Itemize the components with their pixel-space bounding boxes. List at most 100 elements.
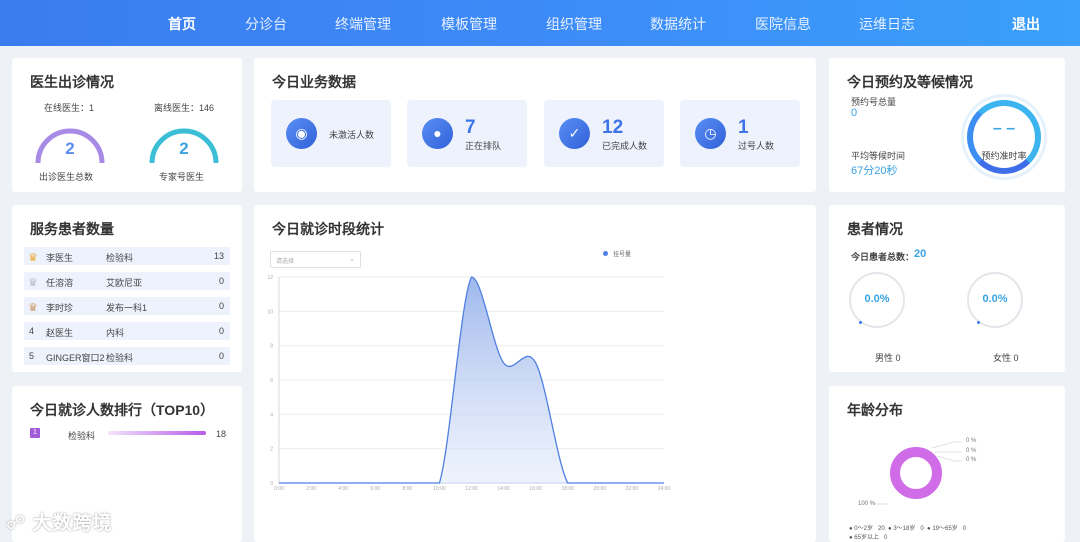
ranking-title: 今日就诊人数排行（TOP10）: [30, 402, 215, 418]
inactive-label: 未激活人数: [329, 130, 375, 140]
visit-time-chart: 0 2 4 6 8 10 12 0:00 2:00 4:00 6:00 8:00 10:00 12:00 1…: [267, 275, 671, 492]
male-pct: 0.0%: [864, 293, 890, 305]
ontime-value: – –: [992, 120, 1016, 137]
rank-count: 18: [216, 429, 227, 439]
x-tick-label: 2:00: [306, 486, 316, 492]
alarm-clock-icon: ◷: [695, 118, 726, 149]
today-business-title: 今日业务数据: [272, 74, 356, 90]
lock-icon: ◉: [286, 118, 317, 149]
table-row[interactable]: ♛ 任溶溶 艾欧尼亚 0: [24, 272, 230, 290]
doctor-visits-card: 医生出诊情况 在线医生：1 离线医生：146 2 出诊医生总数 2 专家号医生: [12, 58, 242, 192]
age-dist-card: 年龄分布 0 % 0 % 0 % 100 % ● 0～2岁 20 ● 3～18岁…: [829, 386, 1065, 542]
nav-ops-log[interactable]: 运维日志: [859, 14, 915, 34]
doctor-visits-title: 医生出诊情况: [30, 74, 114, 90]
users-icon: ●: [422, 118, 453, 149]
completed-value: 12: [602, 117, 624, 138]
table-row[interactable]: 5 GINGER窗口2 检验科 0: [24, 347, 230, 365]
nav-statistics[interactable]: 数据统计: [650, 14, 706, 34]
y-tick-label: 4: [270, 412, 273, 418]
today-business-card: 今日业务数据 ◉ 未激活人数 ● 7 正在排队 ✓ 12 已完成人数 ◷ 1 过…: [254, 58, 816, 192]
table-row[interactable]: ♛ 李时珍 发布一科1 0: [24, 297, 230, 315]
x-tick-label: 4:00: [338, 486, 348, 492]
x-tick-label: 10:00: [433, 486, 446, 492]
legend-dot-icon: ●: [927, 526, 931, 532]
doctor-name: 赵医生: [46, 328, 74, 338]
ontime-label: 预约准时率: [981, 151, 1027, 161]
doctor-count: 0: [218, 351, 224, 361]
doctor-dept: 检验科: [106, 253, 134, 263]
watermark-text: 大数跨境: [32, 513, 113, 534]
y-tick-label: 0: [270, 481, 273, 487]
x-tick-label: 18:00: [561, 486, 574, 492]
expert-doctor-gauge: 2: [148, 125, 220, 165]
checklist-icon: ✓: [559, 118, 590, 149]
doctor-count: 13: [213, 251, 224, 261]
y-tick-label: 10: [267, 309, 273, 315]
missed-box[interactable]: ◷ 1 过号人数: [680, 100, 800, 167]
patient-total-label: 今日患者总数：: [851, 252, 915, 262]
appointment-card: 今日预约及等候情况 预约号总量 0 平均等候时间 67分20秒 – – 预约准时…: [829, 58, 1065, 192]
x-tick-label: 24:00: [658, 486, 671, 492]
age-pct-label: 0 %: [966, 438, 977, 444]
age-pct-label: 0 %: [966, 448, 977, 454]
nav-terminal[interactable]: 终端管理: [335, 14, 391, 34]
nav-template[interactable]: 模板管理: [441, 14, 497, 34]
patients-served-card: 服务患者数量 ♛ 李医生 检验科 13 ♛ 任溶溶 艾欧尼亚 0 ♛ 李时珍 发…: [12, 205, 242, 372]
doctor-rank: 4: [29, 326, 35, 336]
female-ring: 0.0%: [967, 272, 1023, 328]
expert-doctor-label: 专家号医生: [159, 172, 205, 182]
nav-triage[interactable]: 分诊台: [245, 14, 287, 34]
nav-home[interactable]: 首页: [168, 14, 196, 34]
age-main-pct: 100 %: [858, 501, 876, 507]
rank-badge: 1: [30, 428, 40, 438]
missed-value: 1: [738, 117, 749, 138]
x-tick-label: 8:00: [402, 486, 412, 492]
watermark: ☍ 大数跨境: [6, 508, 113, 535]
age-legend-row: ● 0～2岁 20 ● 3～18岁 0 ● 19～65岁 0: [849, 523, 966, 532]
age-leader-lines: [874, 441, 962, 505]
male-label: 男性 0: [875, 353, 901, 363]
queue-box[interactable]: ● 7 正在排队: [407, 100, 527, 167]
doctor-count: 0: [218, 301, 224, 311]
y-tick-label: 6: [270, 378, 273, 384]
time-stats-card: 今日就诊时段统计 请选择 ⌄ 挂号量 0 2 4 6 8 10 12 0:00 2:00 4:00…: [254, 205, 816, 542]
bronze-crown-icon: ♛: [28, 302, 38, 314]
doctor-rank: 5: [29, 351, 35, 361]
completed-box[interactable]: ✓ 12 已完成人数: [544, 100, 664, 167]
appointment-title: 今日预约及等候情况: [847, 74, 973, 90]
doctor-dept: 艾欧尼亚: [106, 278, 143, 288]
age-legend-row: ● 65岁以上 0: [849, 532, 887, 541]
doctor-name: 任溶溶: [46, 278, 74, 288]
doctor-count: 0: [218, 276, 224, 286]
age-pct-label: 0 %: [966, 457, 977, 463]
age-legend-label: 3～18岁: [893, 526, 916, 532]
nav-organization[interactable]: 组织管理: [546, 14, 602, 34]
age-legend-value: 0: [920, 526, 924, 532]
y-tick-label: 8: [270, 344, 273, 350]
top-nav-bar: 首页 分诊台 终端管理 模板管理 组织管理 数据统计 医院信息 运维日志 退出: [0, 0, 1080, 46]
male-ring-marker: [859, 321, 862, 324]
x-tick-label: 0:00: [274, 486, 284, 492]
completed-label: 已完成人数: [602, 141, 648, 151]
age-legend-value: 0: [884, 535, 888, 541]
y-tick-label: 12: [267, 275, 273, 281]
table-row[interactable]: ♛ 李医生 检验科 13: [24, 247, 230, 265]
inactive-box[interactable]: ◉ 未激活人数: [271, 100, 391, 167]
missed-label: 过号人数: [738, 141, 775, 151]
gold-crown-icon: ♛: [28, 252, 38, 264]
x-tick-label: 12:00: [465, 486, 478, 492]
legend-dot-icon: ●: [888, 526, 892, 532]
doctor-name: 李医生: [46, 253, 74, 263]
doctor-dept: 检验科: [106, 353, 134, 363]
doctor-total-label: 出诊医生总数: [39, 172, 94, 182]
table-row[interactable]: 4 赵医生 内科 0: [24, 322, 230, 340]
doctor-dept: 发布一科1: [106, 303, 148, 313]
x-tick-label: 22:00: [626, 486, 639, 492]
age-legend-label: 19～65岁: [932, 526, 958, 532]
x-tick-label: 14:00: [497, 486, 510, 492]
legend-dot-icon: ●: [849, 535, 853, 541]
nav-hospital-info[interactable]: 医院信息: [755, 14, 811, 34]
avg-wait-value: 67分20秒: [851, 165, 898, 177]
rank-bar: [108, 431, 206, 435]
logout-button[interactable]: 退出: [1012, 14, 1040, 34]
